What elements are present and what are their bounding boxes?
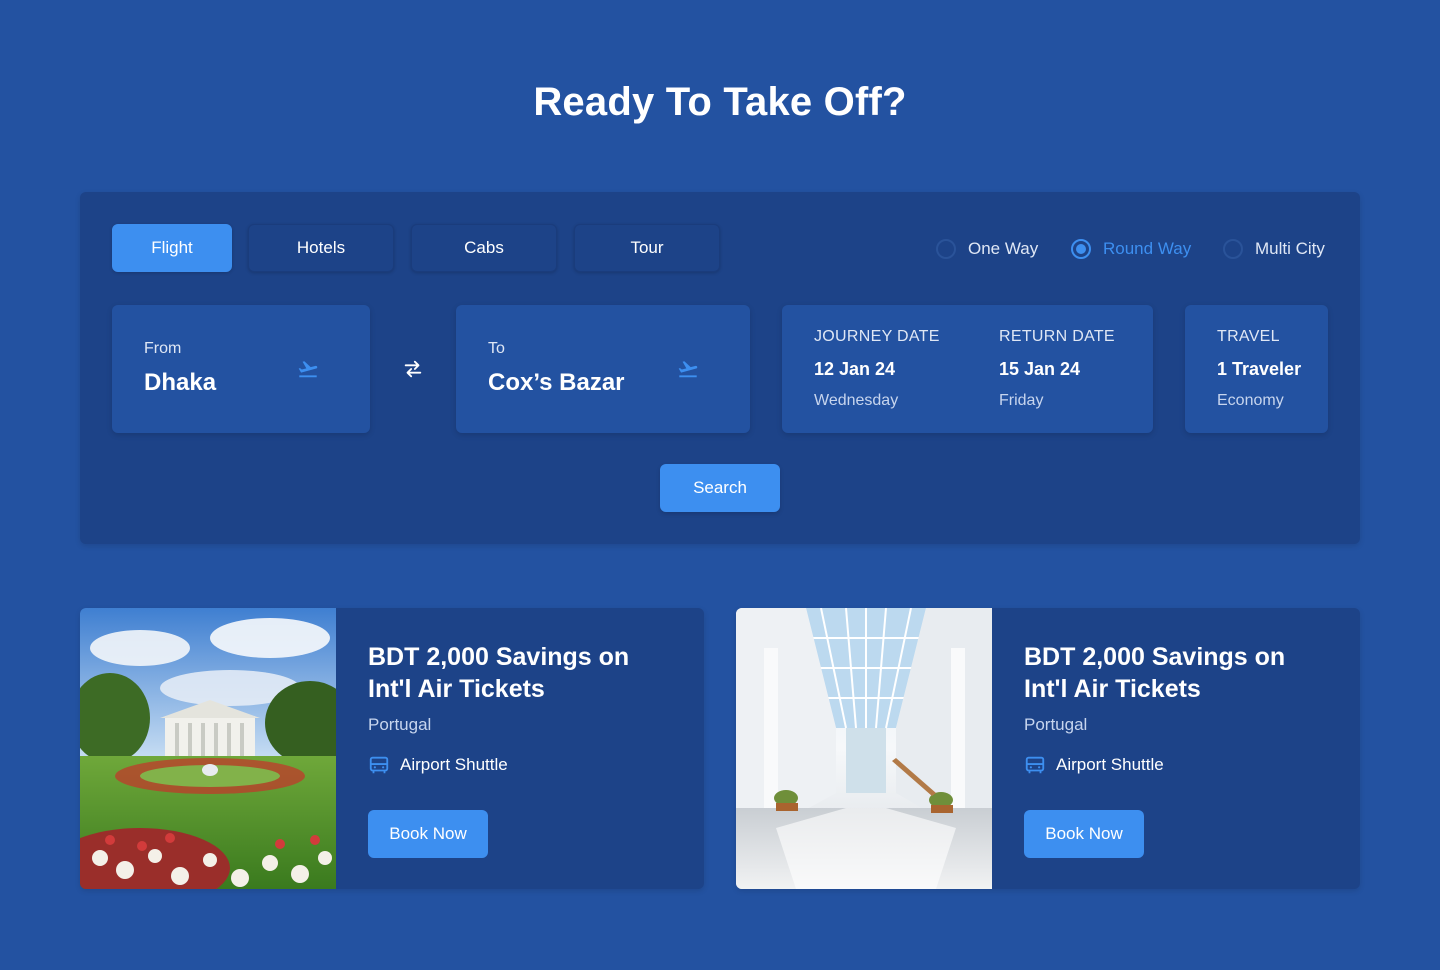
return-date-value: 15 Jan 24: [999, 359, 1081, 379]
offer-feature: Airport Shuttle: [368, 754, 508, 776]
offer-title: BDT 2,000 Savings on Int'l Air Tickets: [368, 643, 630, 703]
page-title: Ready To Take Off?: [533, 80, 907, 124]
offer-card: BDT 2,000 Savings on Int'l Air Tickets P…: [736, 608, 1360, 889]
tab-hotels[interactable]: Hotels: [248, 224, 394, 272]
offer-location: Portugal: [1024, 715, 1088, 734]
tab-cabs[interactable]: Cabs: [411, 224, 557, 272]
bus-icon: [1025, 756, 1045, 774]
journey-date-label: JOURNEY DATE: [814, 328, 940, 345]
offer-location: Portugal: [368, 715, 432, 734]
offer-feature-label: Airport Shuttle: [1056, 755, 1164, 774]
offer-card: BDT 2,000 Savings on Int'l Air Tickets P…: [80, 608, 704, 889]
bus-icon: [369, 756, 389, 774]
dates-field[interactable]: JOURNEY DATE 12 Jan 24 Wednesday RETURN …: [782, 305, 1153, 433]
travel-class: Economy: [1217, 392, 1284, 409]
search-button[interactable]: Search: [660, 464, 780, 512]
airport-terminal-photo: [736, 608, 992, 889]
return-day: Friday: [999, 392, 1044, 409]
tab-flight[interactable]: Flight: [112, 224, 232, 272]
garden-palace-photo: [80, 608, 336, 889]
plane-takeoff-icon: [678, 361, 698, 378]
trip-option-label: Multi City: [1255, 239, 1325, 258]
trip-option-multi-city[interactable]: Multi City: [1223, 238, 1325, 260]
travel-field[interactable]: TRAVEL 1 Traveler Economy: [1185, 305, 1328, 433]
offer-feature: Airport Shuttle: [1024, 754, 1164, 776]
from-value: Dhaka: [144, 369, 217, 396]
from-label: From: [144, 340, 182, 357]
book-now-button[interactable]: Book Now: [1024, 810, 1144, 858]
travelers-value: 1 Traveler: [1217, 359, 1302, 379]
tab-tour[interactable]: Tour: [574, 224, 720, 272]
journey-day: Wednesday: [814, 392, 899, 409]
radio-icon[interactable]: [1223, 239, 1243, 259]
offer-title: BDT 2,000 Savings on Int'l Air Tickets: [1024, 643, 1286, 703]
offer-feature-label: Airport Shuttle: [400, 755, 508, 774]
travel-label: TRAVEL: [1217, 328, 1280, 345]
search-panel: Flight Hotels Cabs Tour One Way Round Wa…: [80, 192, 1360, 544]
to-label: To: [488, 340, 505, 357]
journey-date-value: 12 Jan 24: [814, 359, 896, 379]
swap-icon[interactable]: [402, 358, 424, 380]
to-value: Cox’s Bazar: [488, 369, 625, 396]
trip-option-label: One Way: [968, 239, 1039, 258]
trip-option-one-way[interactable]: One Way: [936, 238, 1038, 260]
plane-takeoff-icon: [298, 361, 318, 378]
from-field[interactable]: From Dhaka: [112, 305, 370, 433]
to-field[interactable]: To Cox’s Bazar: [456, 305, 750, 433]
trip-option-round-way[interactable]: Round Way: [1071, 238, 1191, 260]
book-now-button[interactable]: Book Now: [368, 810, 488, 858]
radio-selected-icon[interactable]: [1071, 239, 1091, 259]
trip-option-label: Round Way: [1103, 239, 1192, 258]
return-date-label: RETURN DATE: [999, 328, 1115, 345]
radio-icon[interactable]: [936, 239, 956, 259]
